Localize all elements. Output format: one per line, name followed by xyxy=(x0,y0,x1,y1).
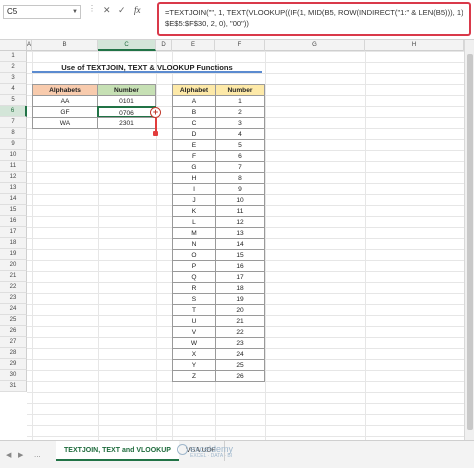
row-header[interactable]: 24 xyxy=(0,304,27,315)
column-headers: A B C D E F G H xyxy=(0,40,464,51)
row-header[interactable]: 20 xyxy=(0,260,27,271)
row-header[interactable]: 22 xyxy=(0,282,27,293)
column-header-c[interactable]: C xyxy=(98,40,156,51)
cancel-icon[interactable]: ✕ xyxy=(103,5,111,16)
formula-input[interactable]: =TEXTJOIN("", 1, TEXT(VLOOKUP((IF(1, MID… xyxy=(157,2,471,36)
row-header[interactable]: 5 xyxy=(0,95,27,106)
row-header[interactable]: 7 xyxy=(0,117,27,128)
row-header[interactable]: 29 xyxy=(0,359,27,370)
column-header-d[interactable]: D xyxy=(156,40,172,51)
row-header[interactable]: 26 xyxy=(0,326,27,337)
row-header[interactable]: 23 xyxy=(0,293,27,304)
row-header[interactable]: 2 xyxy=(0,62,27,73)
formula-line-1: =TEXTJOIN("", 1, TEXT(VLOOKUP((IF(1, MID… xyxy=(165,8,463,17)
column-header-h[interactable]: H xyxy=(365,40,464,51)
formula-line-2: $E$5:$F$30, 2, 0), "00")) xyxy=(165,19,249,28)
fill-handle-cursor-icon[interactable]: + xyxy=(150,107,161,118)
row-header[interactable]: 11 xyxy=(0,161,27,172)
sheet-tab-bar: ◀ ▶ ... TEXTJOIN, TEXT and VLOOKUP VBA U… xyxy=(0,440,474,468)
tab-next-icon[interactable]: ▶ xyxy=(18,451,23,459)
row-header[interactable]: 30 xyxy=(0,370,27,381)
row-header[interactable]: 31 xyxy=(0,381,27,392)
row-header[interactable]: 18 xyxy=(0,238,27,249)
enter-icon[interactable]: ✓ xyxy=(118,5,126,16)
row-header[interactable]: 19 xyxy=(0,249,27,260)
tab-textjoin-text-vlookup[interactable]: TEXTJOIN, TEXT and VLOOKUP xyxy=(56,441,179,461)
row-header[interactable]: 17 xyxy=(0,227,27,238)
row-header[interactable]: 13 xyxy=(0,183,27,194)
row-header[interactable]: 9 xyxy=(0,139,27,150)
exceldemy-logo-icon xyxy=(177,444,188,455)
gridline xyxy=(265,51,266,440)
more-dots-icon: ⋮ xyxy=(88,4,97,13)
left-table-cell[interactable]: WA xyxy=(32,117,98,129)
row-header[interactable]: 28 xyxy=(0,348,27,359)
row-header[interactable]: 1 xyxy=(0,51,27,62)
vertical-scrollbar[interactable] xyxy=(464,40,474,440)
insert-function-icon[interactable]: fx xyxy=(134,5,141,15)
column-header-f[interactable]: F xyxy=(215,40,265,51)
row-header[interactable]: 10 xyxy=(0,150,27,161)
scrollbar-thumb[interactable] xyxy=(467,54,473,430)
column-header-b[interactable]: B xyxy=(32,40,98,51)
name-box-value: C5 xyxy=(7,7,18,16)
row-header[interactable]: 8 xyxy=(0,128,27,139)
sheet-title: Use of TEXTJOIN, TEXT & VLOOKUP Function… xyxy=(32,62,262,73)
row-header[interactable]: 15 xyxy=(0,205,27,216)
column-header-e[interactable]: E xyxy=(172,40,215,51)
right-table-cell[interactable]: 26 xyxy=(215,370,265,382)
fill-handle[interactable] xyxy=(153,131,158,136)
left-table-cell[interactable]: 2301 xyxy=(97,117,156,129)
more-tabs-icon[interactable]: ... xyxy=(34,450,41,459)
row-header[interactable]: 3 xyxy=(0,73,27,84)
row-header[interactable]: 25 xyxy=(0,315,27,326)
gridline xyxy=(365,51,366,440)
formula-bar: C5 ▼ ⋮ ✕ ✓ fx =TEXTJOIN("", 1, TEXT(VLOO… xyxy=(0,0,474,40)
row-header[interactable]: 14 xyxy=(0,194,27,205)
row-header[interactable]: 12 xyxy=(0,172,27,183)
name-box[interactable]: C5 ▼ xyxy=(3,5,81,19)
row-header[interactable]: 6 xyxy=(0,106,27,117)
chevron-down-icon[interactable]: ▼ xyxy=(72,6,78,18)
tab-prev-icon[interactable]: ◀ xyxy=(6,451,11,459)
watermark-tagline: EXCEL · DATA · BI xyxy=(190,453,233,459)
row-header[interactable]: 16 xyxy=(0,216,27,227)
select-all-corner[interactable] xyxy=(0,40,27,51)
row-header[interactable]: 4 xyxy=(0,84,27,95)
column-header-g[interactable]: G xyxy=(265,40,365,51)
watermark: exceldemy EXCEL · DATA · BI xyxy=(190,444,233,459)
right-table-cell[interactable]: Z xyxy=(172,370,216,382)
row-header[interactable]: 27 xyxy=(0,337,27,348)
row-header[interactable]: 21 xyxy=(0,271,27,282)
